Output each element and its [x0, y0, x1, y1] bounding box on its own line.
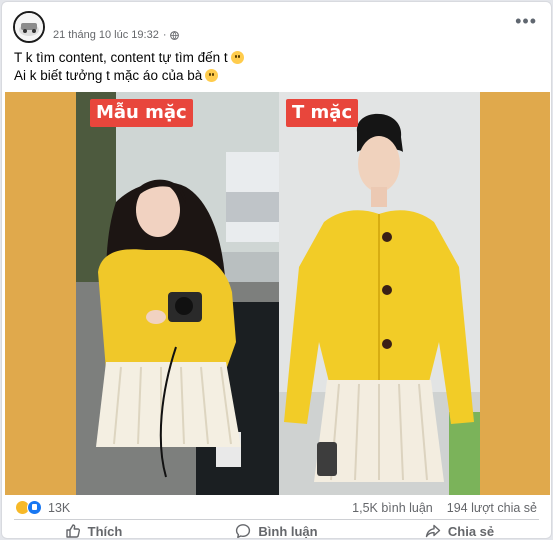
reaction-count: 13K [48, 500, 71, 515]
post-caption: T k tìm content, content tự tìm đến t Ai… [14, 49, 244, 85]
more-dots-icon[interactable]: ••• [515, 12, 537, 30]
caption-line-1: T k tìm content, content tự tìm đến t [14, 50, 228, 65]
share-label: Chia sẻ [447, 523, 495, 539]
avatar-image [15, 13, 43, 41]
thumbs-up-icon [65, 524, 80, 538]
post-image[interactable]: Mẫu mặc T mặc [5, 92, 550, 495]
dot-separator: · [162, 29, 167, 41]
like-reaction-icon [27, 500, 42, 515]
like-button[interactable]: Thích [2, 520, 185, 539]
laugh-emoji-icon [205, 69, 219, 82]
comment-count[interactable]: 1,5K bình luận [352, 501, 433, 515]
like-label: Thích [87, 523, 123, 539]
comment-button[interactable]: Bình luận [185, 520, 368, 539]
post-timestamp[interactable]: 21 tháng 10 lúc 19:32 [53, 29, 159, 41]
share-button[interactable]: Chia sẻ [368, 520, 551, 539]
avatar[interactable] [13, 11, 45, 43]
left-photo-tag: Mẫu mặc [90, 99, 193, 127]
right-photo-tag: T mặc [286, 99, 359, 127]
post-meta: 21 tháng 10 lúc 19:32 · [53, 29, 180, 41]
post-header: 21 tháng 10 lúc 19:32 · ••• [2, 2, 551, 52]
post-actions: Thích Bình luận Chia sẻ [2, 520, 551, 539]
share-icon [425, 524, 441, 538]
post-card: 21 tháng 10 lúc 19:32 · ••• T k tìm cont… [1, 1, 552, 539]
user-photo: T mặc [279, 92, 480, 495]
comment-label: Bình luận [258, 523, 318, 539]
share-count[interactable]: 194 lượt chia sẻ [447, 501, 537, 515]
smile-emoji-icon [230, 51, 244, 64]
globe-icon[interactable] [170, 30, 180, 40]
reaction-summary[interactable]: 13K [15, 500, 70, 515]
model-photo: Mẫu mặc [76, 92, 279, 495]
caption-line-2: Ai k biết tưởng t mặc áo của bà [14, 68, 203, 83]
post-stats: 13K 1,5K bình luận 194 lượt chia sẻ [2, 497, 551, 519]
comment-icon [236, 524, 251, 538]
